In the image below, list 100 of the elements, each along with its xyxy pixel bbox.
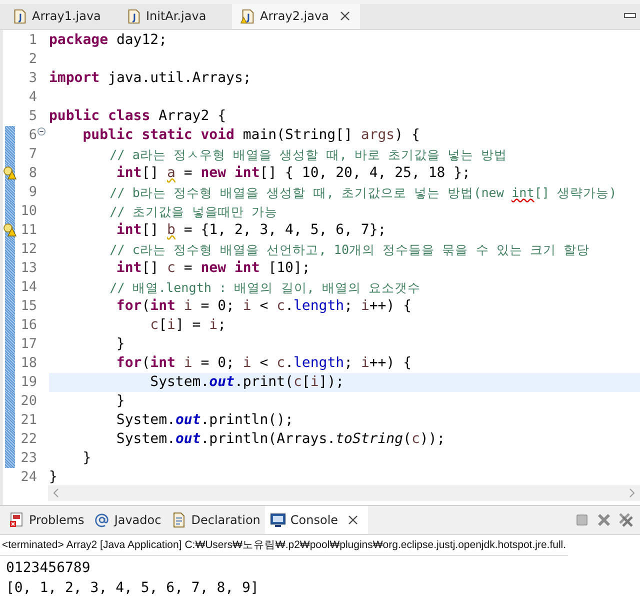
line-number: 16	[20, 316, 37, 335]
console-status: <terminated> Array2 [Java Application] C:₩Users₩노유림₩.p2₩pool₩plugins₩org.eclipse.justj.openjdk.hotspot.jre.full.	[0, 535, 568, 556]
document-icon	[171, 512, 188, 528]
code-text: System.	[115, 412, 176, 428]
code-text: .println(Arrays.	[200, 430, 336, 447]
line-number: 14	[20, 278, 37, 297]
code-text: .	[285, 354, 294, 371]
editor-tab[interactable]: Array1.java	[4, 4, 118, 29]
code-text: main(String[]	[242, 126, 354, 143]
code-text: (	[403, 430, 412, 447]
variable-name: i	[360, 354, 370, 371]
keyword: public static void	[82, 126, 236, 143]
line-number: 13	[20, 258, 37, 278]
keyword: int	[115, 222, 142, 238]
code-text: =	[182, 164, 194, 181]
line-number: 4	[28, 88, 37, 107]
view-tab[interactable]: Javadoc	[89, 506, 166, 534]
code-text: ;	[344, 354, 354, 371]
editor-tab[interactable]: InitAr.java	[118, 4, 232, 29]
remove-icon[interactable]	[596, 512, 612, 528]
view-tab[interactable]: Problems	[4, 506, 90, 534]
misspelled-word: int	[512, 184, 534, 200]
line-number: 22	[20, 430, 37, 449]
keyword: int	[150, 354, 176, 371]
collapse-icon[interactable]	[37, 126, 46, 136]
line-number: 7	[28, 144, 37, 164]
problems-icon	[9, 512, 25, 528]
scroll-right-icon[interactable]	[628, 488, 636, 498]
line-number: 10	[20, 202, 37, 221]
variable-name: a	[167, 164, 176, 181]
code-text: ) {	[394, 126, 420, 143]
code-text: ;	[344, 298, 354, 314]
view-tab[interactable]: Declaration	[166, 506, 266, 534]
code-text: []	[142, 222, 160, 238]
variable-name: c	[293, 374, 302, 390]
code-text: [	[302, 374, 310, 390]
code-comment: // c라는 정수형 배열을 선언하고, 10개의 정수들을 묶을 수 있는 크기 할당	[108, 242, 590, 257]
line-number: 3	[28, 68, 37, 88]
variable-name: i	[242, 298, 252, 314]
line-number: 2	[28, 50, 37, 69]
variable-name: i	[209, 316, 218, 333]
keyword: int	[115, 164, 142, 181]
keyword: import	[49, 70, 101, 86]
code-text: =	[182, 260, 194, 276]
code-text: ++) {	[369, 354, 412, 371]
keyword: public class	[49, 108, 152, 124]
close-icon[interactable]	[340, 11, 350, 22]
line-number: 5	[28, 106, 37, 126]
line-number: 23	[20, 448, 37, 468]
code-text: <	[258, 354, 270, 371]
code-comment: // a라는 정ㅅ우형 배열을 생성할 때, 바로 초기값을 넣는 방법	[108, 146, 508, 162]
method-name: toString	[336, 430, 404, 447]
remove-all-icon[interactable]	[618, 512, 634, 528]
scroll-left-icon[interactable]	[52, 488, 60, 498]
view-tab[interactable]: Console	[265, 506, 368, 534]
line-number: 24	[20, 468, 37, 487]
code-text: ] =	[175, 316, 202, 333]
keyword: new int	[200, 164, 260, 181]
code-comment: // 배열.length : 배열의 길이, 배열의 요소갯수	[108, 280, 421, 295]
variable-name: i	[184, 298, 192, 314]
close-icon[interactable]	[348, 515, 358, 525]
code-text: (	[142, 298, 150, 314]
code-text: }	[82, 450, 92, 466]
at-sign-icon	[94, 512, 110, 528]
editor-tab[interactable]: Array2.java	[232, 4, 360, 29]
line-number: 12	[20, 240, 37, 259]
field-name: out	[175, 412, 201, 428]
stop-icon[interactable]	[574, 512, 590, 528]
code-text: .print(	[234, 374, 294, 390]
variable-name: b	[167, 222, 176, 238]
line-number: 17	[20, 334, 37, 354]
variable-name: i	[242, 354, 252, 371]
code-text: = {1, 2, 3, 4, 5, 6, 7};	[182, 222, 386, 238]
horizontal-scrollbar[interactable]	[48, 485, 640, 501]
variable-name: i	[167, 316, 176, 333]
code-text: Array2 {	[158, 108, 226, 124]
field-name: out	[175, 430, 201, 447]
field-name: out	[209, 374, 234, 390]
line-number: 18	[20, 354, 37, 373]
code-text: .	[285, 298, 294, 314]
code-text: .println();	[200, 412, 294, 428]
code-text: System.	[149, 374, 210, 390]
code-text: = 0;	[200, 354, 236, 371]
line-number: 21	[20, 410, 37, 430]
line-number: 19	[20, 372, 37, 392]
line-number: 20	[20, 392, 37, 411]
variable-name: c	[276, 354, 286, 371]
variable-name: i	[184, 354, 192, 371]
minimize-icon[interactable]	[624, 13, 636, 20]
line-number: 11	[20, 220, 37, 240]
parameter-name: args	[360, 126, 395, 143]
code-text: }	[49, 468, 58, 485]
keyword: int	[150, 298, 176, 314]
code-text: [] { 10, 20, 4, 25, 18 };	[260, 164, 470, 181]
code-text: day12;	[116, 32, 168, 48]
variable-name: c	[276, 298, 286, 314]
code-text: }	[115, 392, 125, 409]
code-editor[interactable]	[0, 30, 640, 505]
field-name: length	[294, 354, 344, 371]
java-file-icon	[126, 8, 141, 24]
